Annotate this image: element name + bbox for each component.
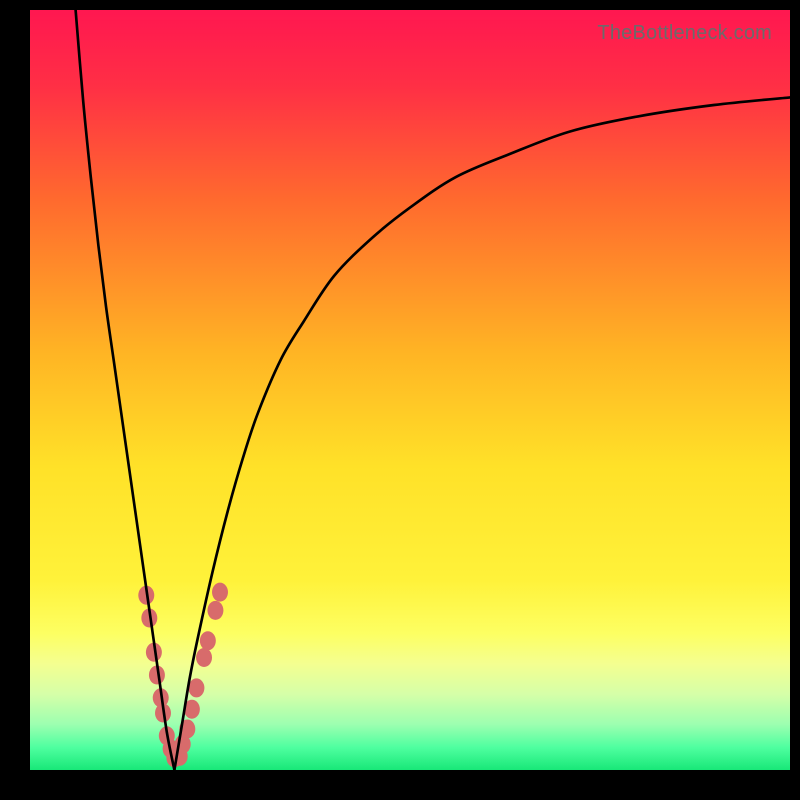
watermark-text: TheBottleneck.com — [597, 22, 772, 45]
data-marker — [196, 648, 212, 667]
data-marker — [200, 631, 216, 650]
marker-group — [138, 583, 228, 768]
data-marker — [207, 601, 223, 620]
curves-layer — [30, 10, 790, 770]
plot-area: TheBottleneck.com — [30, 10, 790, 770]
chart-frame: TheBottleneck.com — [0, 0, 800, 800]
curve-right-branch — [174, 97, 790, 770]
data-marker — [188, 678, 204, 697]
data-marker — [212, 583, 228, 602]
